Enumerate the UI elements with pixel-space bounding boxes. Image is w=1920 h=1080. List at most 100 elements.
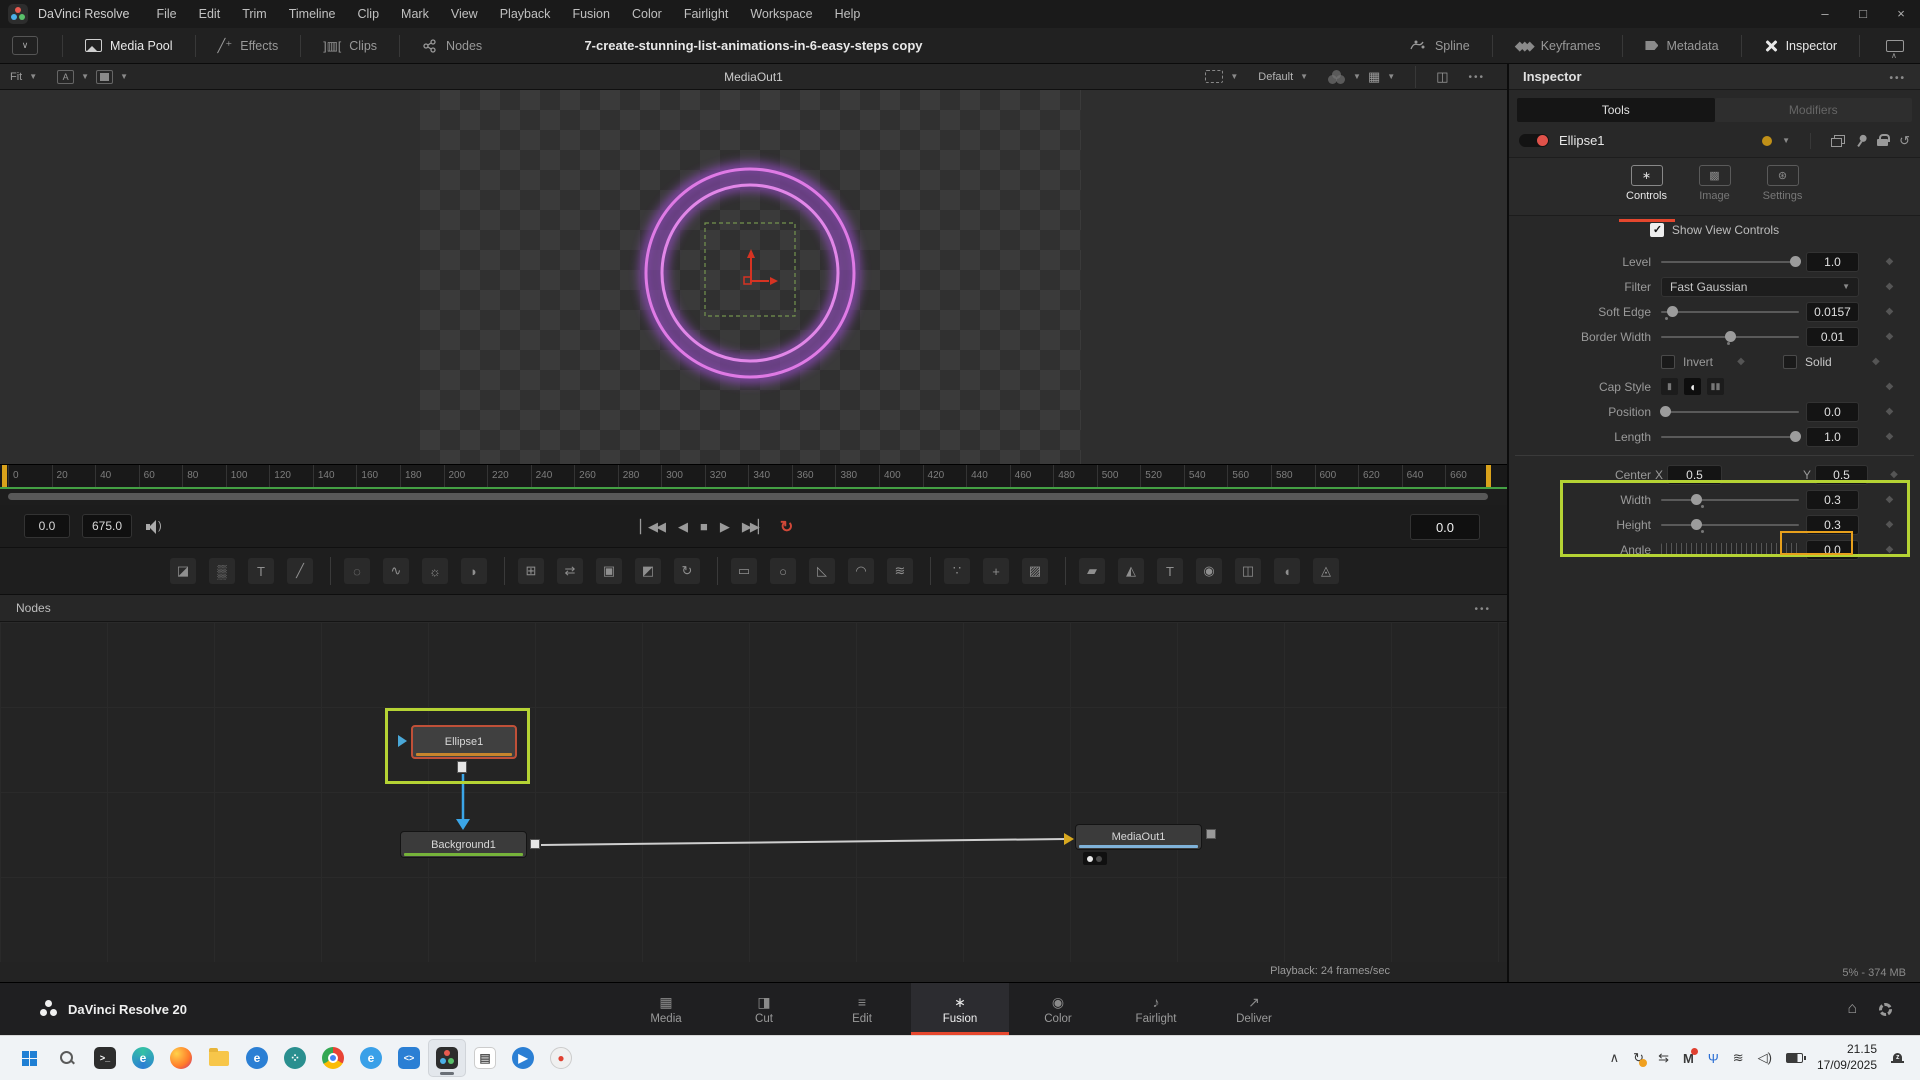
file-explorer-button[interactable] xyxy=(200,1039,238,1077)
text-3d-tool-icon[interactable]: T xyxy=(1157,558,1183,584)
color-corrector-tool-icon[interactable]: ☼ xyxy=(422,558,448,584)
level-value[interactable]: 1.0 xyxy=(1806,252,1859,272)
reset-icon[interactable]: ↺ xyxy=(1899,133,1910,149)
height-slider[interactable] xyxy=(1661,524,1799,526)
color-curves-tool-icon[interactable]: ∿ xyxy=(383,558,409,584)
dual-viewer-button[interactable]: ◫ xyxy=(1436,69,1448,85)
height-value[interactable]: 0.3 xyxy=(1806,515,1859,535)
wifi-icon[interactable]: ≋ xyxy=(1733,1050,1744,1066)
ellipse-mask-tool-icon[interactable]: ○ xyxy=(770,558,796,584)
tray-chevron-up-icon[interactable]: ∧ xyxy=(1610,1050,1620,1066)
cap-style-round-button[interactable]: ◖ xyxy=(1684,378,1701,395)
roi-button[interactable] xyxy=(1205,70,1223,83)
notepad-app-button[interactable]: ▤ xyxy=(466,1039,504,1077)
sync-status-icon[interactable]: ↻ xyxy=(1633,1050,1644,1066)
node-enable-toggle[interactable] xyxy=(1519,134,1549,147)
height-keyframe-diamond[interactable]: ◆ xyxy=(1859,519,1920,530)
go-to-end-button[interactable]: ▶▶▏ xyxy=(742,519,766,535)
metadata-button[interactable]: Metadata xyxy=(1633,28,1730,63)
cap-style-none-button[interactable]: ▮ xyxy=(1661,378,1678,395)
soft-edge-keyframe-diamond[interactable]: ◆ xyxy=(1859,306,1920,317)
spotlight-3d-tool-icon[interactable]: ◖ xyxy=(1274,558,1300,584)
guides-grid-icon[interactable]: ▦ xyxy=(1368,69,1380,85)
page-tab-deliver[interactable]: ↗Deliver xyxy=(1205,983,1303,1035)
filter-dropdown[interactable]: Fast Gaussian ▼ xyxy=(1661,277,1859,297)
node-ellipse1[interactable]: Ellipse1 xyxy=(411,725,517,759)
cap-style-keyframe-diamond[interactable]: ◆ xyxy=(1859,381,1920,392)
step-back-button[interactable]: ◀ xyxy=(678,519,686,535)
menu-item-davinci-resolve[interactable]: DaVinci Resolve xyxy=(38,7,129,21)
menu-item-timeline[interactable]: Timeline xyxy=(278,0,347,28)
width-slider[interactable] xyxy=(1661,499,1799,501)
position-slider[interactable] xyxy=(1661,411,1799,413)
versions-icon[interactable] xyxy=(1831,135,1845,147)
keyframes-button[interactable]: ◆◆◆ Keyframes xyxy=(1503,28,1613,63)
menu-item-workspace[interactable]: Workspace xyxy=(739,0,823,28)
cap-style-square-button[interactable]: ▮▮ xyxy=(1707,378,1724,395)
matte-control-tool-icon[interactable]: ▣ xyxy=(596,558,622,584)
background-tool-icon[interactable]: ◪ xyxy=(170,558,196,584)
center-x-field[interactable]: 0.5 xyxy=(1667,465,1722,485)
close-button[interactable]: × xyxy=(1882,0,1920,28)
menu-item-help[interactable]: Help xyxy=(824,0,872,28)
blur-tool-icon[interactable]: ◌ xyxy=(344,558,370,584)
border-width-value[interactable]: 0.01 xyxy=(1806,327,1859,347)
render-end-marker[interactable] xyxy=(1486,465,1491,487)
color-channel-button[interactable] xyxy=(96,70,113,84)
menu-item-playback[interactable]: Playback xyxy=(489,0,562,28)
solid-keyframe-diamond[interactable]: ◆ xyxy=(1832,356,1920,367)
inspector-options-menu[interactable] xyxy=(1889,69,1906,84)
menu-item-fusion[interactable]: Fusion xyxy=(561,0,621,28)
filter-keyframe-diamond[interactable]: ◆ xyxy=(1859,281,1920,292)
davinci-resolve-taskbar-button[interactable] xyxy=(428,1039,466,1077)
width-keyframe-diamond[interactable]: ◆ xyxy=(1859,494,1920,505)
page-tab-edit[interactable]: ≡Edit xyxy=(813,983,911,1035)
scrollbar-thumb[interactable] xyxy=(8,493,1488,500)
teams-m-icon[interactable]: M xyxy=(1683,1051,1694,1066)
subtab-controls[interactable]: ∗ Controls xyxy=(1621,165,1673,215)
position-value[interactable]: 0.0 xyxy=(1806,402,1859,422)
chevron-down-icon[interactable]: ▼ xyxy=(1782,136,1790,145)
hue-curves-tool-icon[interactable]: ◗ xyxy=(461,558,487,584)
renderer-3d-tool-icon[interactable]: ◬ xyxy=(1313,558,1339,584)
battery-icon[interactable] xyxy=(1786,1053,1803,1063)
subtab-image[interactable]: ▩ Image xyxy=(1689,165,1741,215)
level-keyframe-diamond[interactable]: ◆ xyxy=(1859,256,1920,267)
zoom-select[interactable]: Fit▼ xyxy=(0,64,47,89)
timeline-ruler[interactable]: 0204060801001201401601802002202402602803… xyxy=(0,464,1507,487)
current-frame-field[interactable]: 0.0 xyxy=(1410,514,1480,540)
angle-value[interactable]: 0.0 xyxy=(1806,540,1859,560)
davinci-resolve-logo-icon[interactable] xyxy=(8,4,28,24)
merge-3d-tool-icon[interactable]: ◉ xyxy=(1196,558,1222,584)
chrome-browser-button[interactable] xyxy=(314,1039,352,1077)
edge-canary-browser-button[interactable]: e xyxy=(352,1039,390,1077)
menu-item-file[interactable]: File xyxy=(145,0,187,28)
center-y-field[interactable]: 0.5 xyxy=(1815,465,1868,485)
lock-icon[interactable] xyxy=(1877,134,1889,147)
firefox-browser-button[interactable] xyxy=(162,1039,200,1077)
magic-wand-mask-tool-icon[interactable]: ≋ xyxy=(887,558,913,584)
page-tab-media[interactable]: ▦Media xyxy=(617,983,715,1035)
page-tab-fairlight[interactable]: ♪Fairlight xyxy=(1107,983,1205,1035)
edge-browser-button[interactable]: e xyxy=(124,1039,162,1077)
search-button[interactable] xyxy=(48,1039,86,1077)
timeline-scrollbar[interactable] xyxy=(0,489,1507,505)
position-keyframe-diamond[interactable]: ◆ xyxy=(1859,406,1920,417)
rectangle-mask-tool-icon[interactable]: ▭ xyxy=(731,558,757,584)
project-settings-gear-icon[interactable] xyxy=(1879,1003,1892,1016)
bspline-mask-tool-icon[interactable]: ◠ xyxy=(848,558,874,584)
menu-item-color[interactable]: Color xyxy=(621,0,673,28)
background-node-output[interactable] xyxy=(530,839,540,849)
project-manager-icon[interactable]: ⌂ xyxy=(1847,1000,1857,1018)
node-graph[interactable]: Ellipse1 Background1 MediaOut1 xyxy=(0,622,1507,962)
show-view-controls-checkbox[interactable] xyxy=(1650,223,1664,237)
particle-spawn-tool-icon[interactable]: + xyxy=(983,558,1009,584)
length-slider[interactable] xyxy=(1661,436,1799,438)
channel-a-button[interactable]: A xyxy=(57,70,74,84)
tab-modifiers[interactable]: Modifiers xyxy=(1715,98,1913,122)
center-keyframe-diamond[interactable]: ◆ xyxy=(1868,469,1920,480)
play-button[interactable]: ▶ xyxy=(720,519,728,535)
tab-tools[interactable]: Tools xyxy=(1517,98,1715,122)
soft-edge-value[interactable]: 0.0157 xyxy=(1806,302,1859,322)
camera-3d-tool-icon[interactable]: ◫ xyxy=(1235,558,1261,584)
